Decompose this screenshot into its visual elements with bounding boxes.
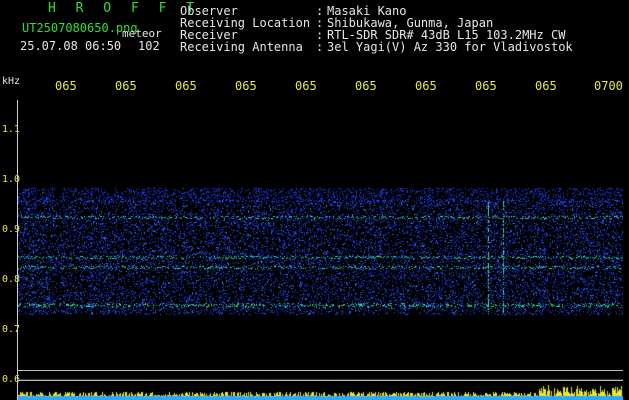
- time-axis-label: 065: [115, 79, 137, 93]
- time-axis-label: 065: [355, 79, 377, 93]
- time-axis-label: 065: [175, 79, 197, 93]
- plot-left-border: [17, 100, 18, 400]
- bottom-separator-line: [18, 370, 623, 371]
- time-axis-label: 065: [535, 79, 557, 93]
- info-label-antenna: Receiving Antenna: [180, 40, 303, 54]
- spectrogram-canvas: [18, 100, 623, 400]
- info-value-antenna: 3el Yagi(V) Az 330 for Vladivostok: [327, 40, 573, 54]
- info-colon: :: [316, 40, 324, 54]
- hroft-spectrogram-screen: H R O F F T UT2507080650.png meteor 25.0…: [0, 0, 629, 400]
- meteor-count: 102: [138, 39, 160, 53]
- meteor-label: meteor: [122, 27, 162, 40]
- time-axis-label: 065: [55, 79, 77, 93]
- time-axis-label: 065: [295, 79, 317, 93]
- observation-datetime: 25.07.08 06:50: [20, 39, 122, 53]
- time-axis-label: 065: [235, 79, 257, 93]
- frequency-unit-label: kHz: [2, 76, 21, 87]
- app-title: H R O F F T: [48, 1, 201, 16]
- image-filename: UT2507080650.png: [22, 21, 138, 35]
- time-axis-label: 065: [475, 79, 497, 93]
- bottom-separator-line: [18, 380, 623, 381]
- time-axis-label: 0700: [594, 79, 623, 93]
- time-axis-label: 065: [415, 79, 437, 93]
